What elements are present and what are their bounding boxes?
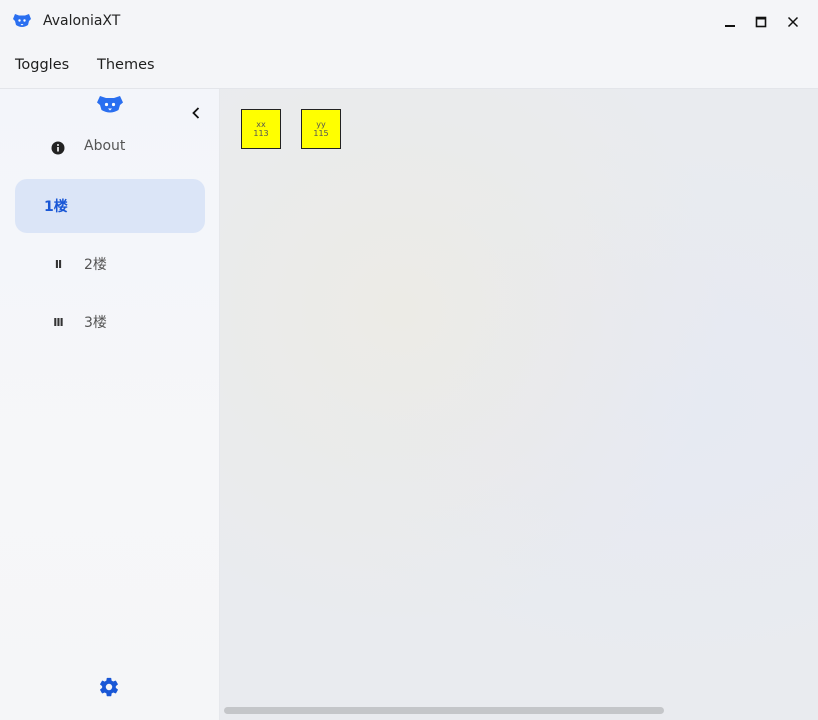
tile-label-bottom: 115: [313, 129, 329, 138]
roman-two-icon: Ⅱ: [54, 257, 62, 271]
chevron-left-icon: [192, 107, 200, 119]
sidebar-item-floor-3[interactable]: Ⅲ 3楼: [15, 295, 205, 349]
close-icon: [787, 16, 799, 28]
dog-logo-icon: [13, 14, 31, 27]
tile-label-top: yy: [316, 120, 326, 129]
title-bar: AvaloniaXT: [0, 0, 818, 44]
tile-label-bottom: 113: [253, 129, 269, 138]
sidebar-item-label: 3楼: [84, 315, 107, 331]
minimize-button[interactable]: [718, 10, 742, 34]
sidebar-item-floor-1[interactable]: 1楼: [15, 179, 205, 233]
tile-label-top: xx: [256, 120, 266, 129]
minimize-icon: [725, 25, 735, 27]
horizontal-scrollbar[interactable]: [224, 707, 664, 714]
maximize-icon: [755, 16, 767, 28]
sidebar: About 1楼 Ⅱ 2楼 Ⅲ 3楼: [0, 89, 220, 720]
roman-three-icon: Ⅲ: [53, 315, 63, 329]
tile-xx[interactable]: xx 113: [241, 109, 281, 149]
app-title: AvaloniaXT: [43, 13, 121, 29]
gear-icon[interactable]: [98, 676, 120, 698]
content-area: xx 113 yy 115: [220, 89, 818, 720]
sidebar-item-label: About: [84, 138, 126, 154]
menu-toggles[interactable]: Toggles: [15, 57, 69, 73]
menu-bar: Toggles Themes: [0, 44, 818, 88]
sidebar-item-floor-2[interactable]: Ⅱ 2楼: [15, 237, 205, 291]
sidebar-item-about[interactable]: About: [15, 121, 205, 175]
sidebar-item-label: 2楼: [84, 257, 107, 273]
info-icon: [51, 141, 65, 155]
close-button[interactable]: [781, 10, 805, 34]
collapse-sidebar-button[interactable]: [186, 103, 206, 123]
dog-logo-icon: [97, 96, 123, 113]
menu-themes[interactable]: Themes: [97, 57, 155, 73]
maximize-button[interactable]: [749, 10, 773, 34]
sidebar-item-label: 1楼: [44, 199, 68, 215]
tile-yy[interactable]: yy 115: [301, 109, 341, 149]
